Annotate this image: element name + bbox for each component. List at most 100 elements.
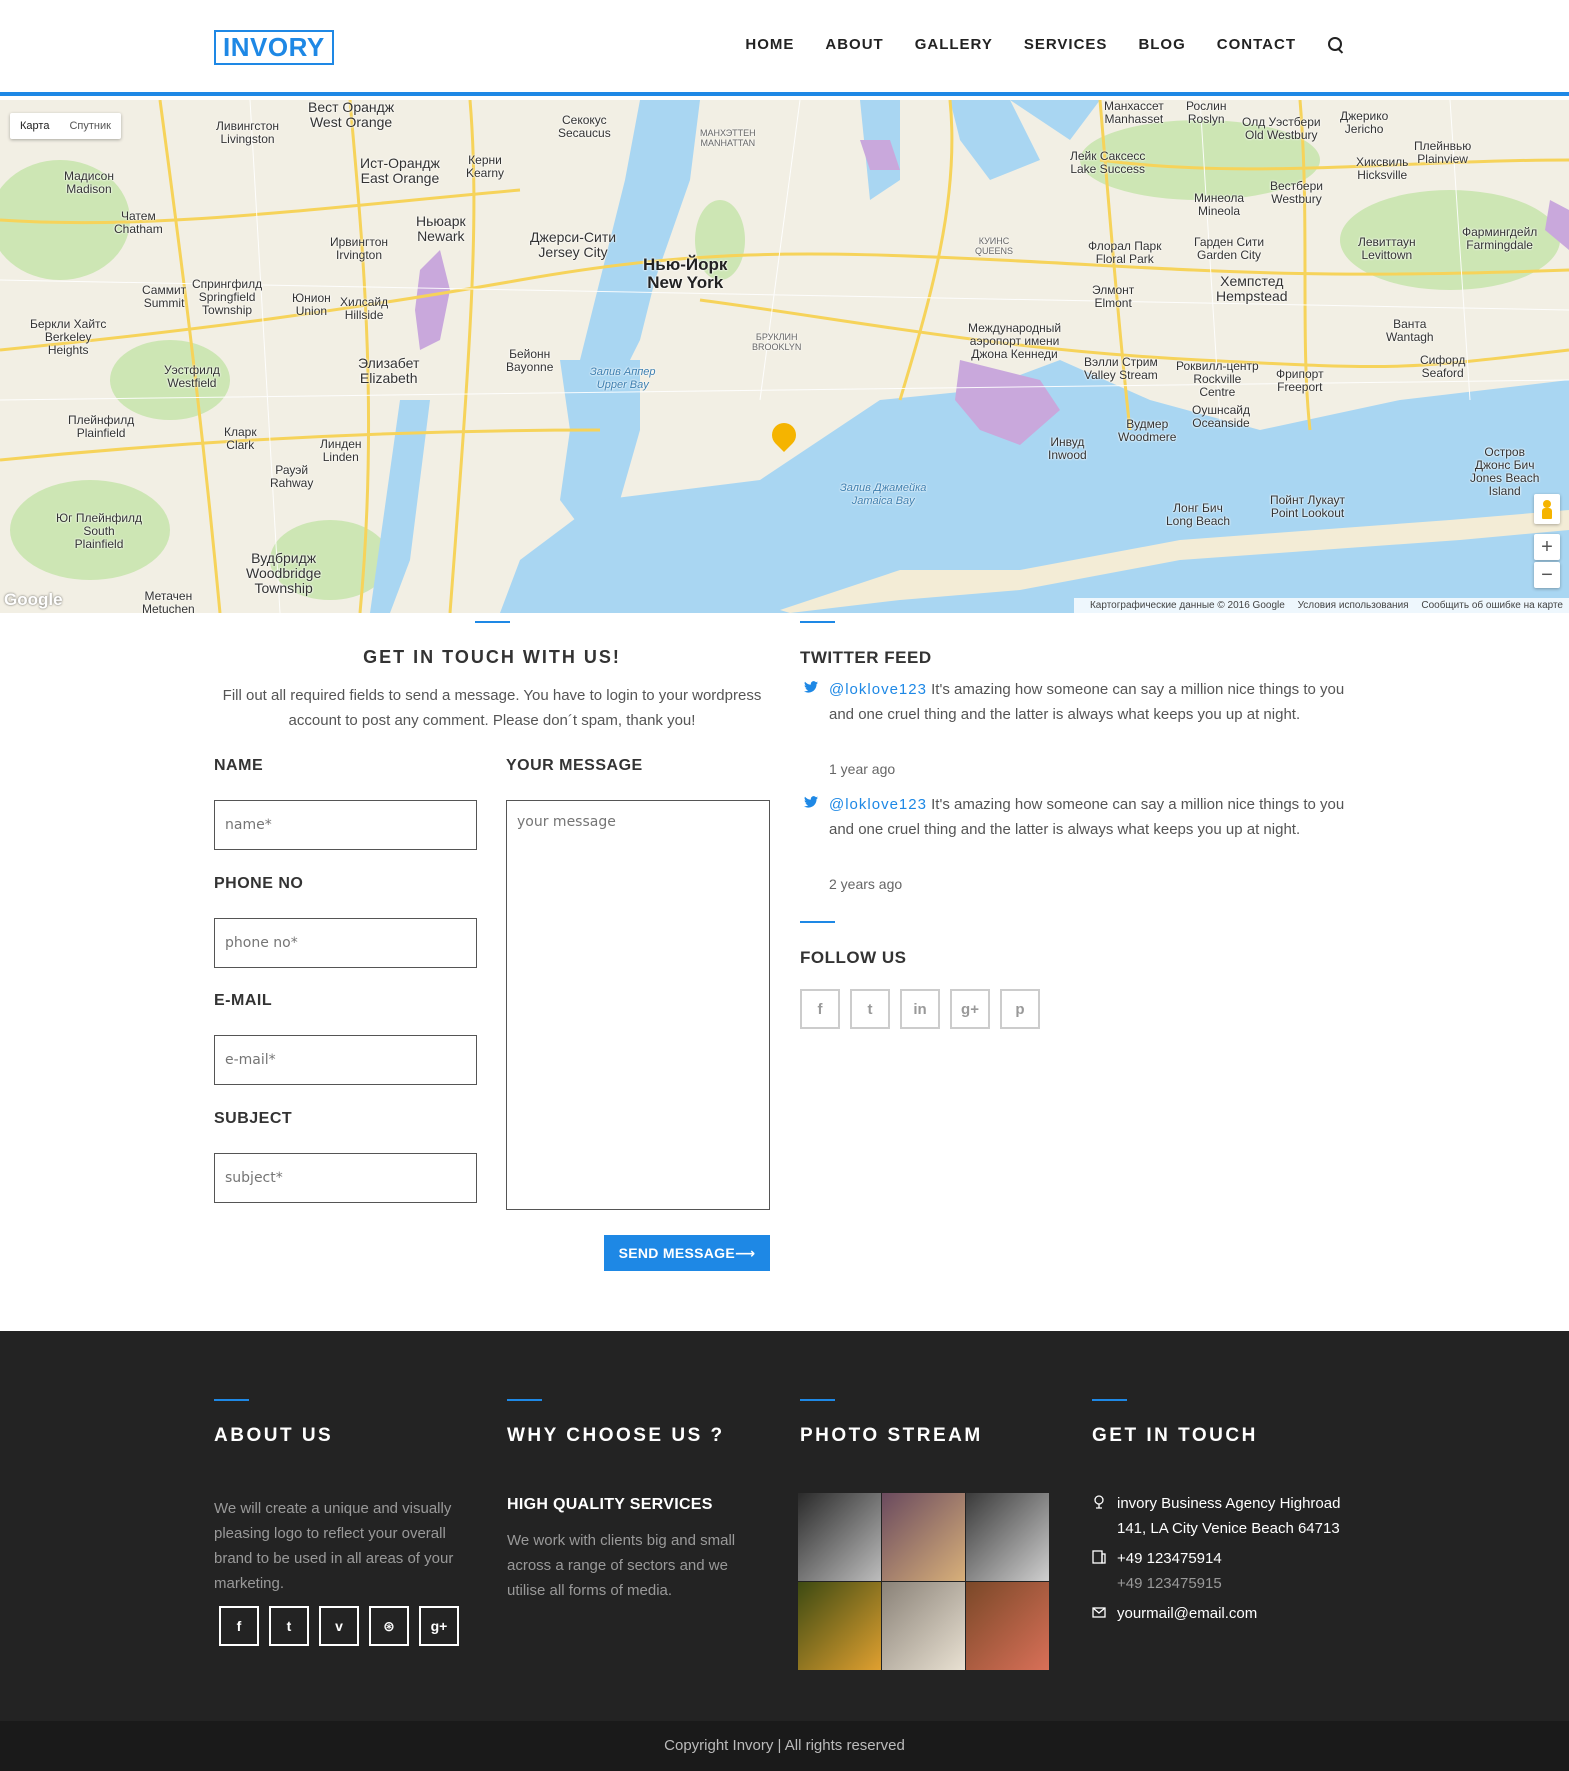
map-label-jones-beach: Остров Джонс Бич Jones Beach Island — [1470, 445, 1540, 498]
map-label-garden-city: Гарден Сити Garden City — [1194, 235, 1265, 262]
map-label-brooklyn: БРУКЛИН BROOKLYN — [752, 332, 802, 352]
tweet-time[interactable]: 2 years ago — [829, 876, 902, 892]
site-header: INVORY HOME ABOUT GALLERY SERVICES BLOG … — [0, 0, 1569, 96]
name-label: NAME — [214, 757, 264, 774]
map-label-livingston: Ливингстон Livingston — [216, 119, 280, 146]
map-label-westfield: Уэстфилд Westfield — [164, 363, 220, 390]
about-accent-line — [214, 1399, 249, 1401]
map-label-manhasset: Манхассет Manhasset — [1104, 100, 1164, 126]
nav-about[interactable]: ABOUT — [825, 36, 883, 53]
nav-contact[interactable]: CONTACT — [1217, 36, 1296, 53]
subject-label: SUBJECT — [214, 1110, 293, 1127]
name-input[interactable] — [214, 800, 477, 850]
map-label-bayonne: Бейонн Bayonne — [506, 347, 554, 374]
follow-us-title: FOLLOW US — [800, 948, 907, 967]
facebook-icon[interactable]: f — [219, 1606, 259, 1646]
footer-why-title: WHY CHOOSE US ? — [507, 1425, 725, 1446]
map-label-rockville: Роквилл-центр Rockville Centre — [1176, 359, 1259, 399]
copyright-bar: Copyright Invory | All rights reserved — [0, 1721, 1569, 1771]
photo-binoculars[interactable] — [966, 1493, 1049, 1581]
photo-city[interactable] — [882, 1582, 965, 1670]
contact-email-link[interactable]: yourmail@email.com — [1117, 1601, 1257, 1626]
email-label: E-MAIL — [214, 992, 273, 1009]
map-label-upper-bay: Залив Аппер Upper Bay — [590, 366, 656, 391]
site-logo[interactable]: INVORY — [214, 30, 334, 65]
map-label-kearny: Керни Kearny — [466, 153, 505, 180]
map-type-satellite[interactable]: Спутник — [59, 113, 120, 139]
photo-park[interactable] — [798, 1582, 881, 1670]
main-nav: HOME ABOUT GALLERY SERVICES BLOG CONTACT — [714, 36, 1344, 53]
map-type-toggle: Карта Спутник — [10, 113, 121, 139]
google-map[interactable]: Вест Орандж West Orange Ист-Орандж East Or… — [0, 100, 1569, 613]
copyright-text: Copyright Invory | All rights reserved — [664, 1737, 905, 1754]
map-label-springfield: Спрингфилд Springfield Township — [192, 277, 263, 317]
map-label-south-plainfield: Юг Плейнфилд South Plainfield — [56, 511, 143, 551]
twitter-bird-icon — [804, 796, 818, 808]
map-data-credit: Картографические данные © 2016 Google — [1089, 600, 1285, 611]
map-label-elizabeth: Элизабет Elizabeth — [358, 355, 420, 386]
nav-gallery[interactable]: GALLERY — [915, 36, 993, 53]
twitter-icon[interactable]: t — [850, 989, 890, 1029]
contact-email: yourmail@email.com — [1092, 1601, 1372, 1626]
search-icon[interactable] — [1328, 36, 1344, 53]
contact-phone-1: +49 123475914 — [1117, 1550, 1222, 1567]
form-title: GET IN TOUCH WITH US! — [363, 647, 621, 667]
map-label-mineola: Минеола Mineola — [1194, 191, 1245, 218]
linkedin-icon[interactable]: in — [900, 989, 940, 1029]
facebook-icon[interactable]: f — [800, 989, 840, 1029]
map-label-metuchen: Метачен Metuchen — [142, 589, 195, 614]
map-attribution: Картографические данные © 2016 Google Ус… — [1073, 598, 1569, 613]
photo-corridor[interactable] — [798, 1493, 881, 1581]
map-label-long-beach: Лонг Бич Long Beach — [1166, 501, 1231, 528]
phone-label: PHONE NO — [214, 875, 304, 892]
zoom-out-button[interactable]: − — [1534, 562, 1560, 588]
map-label-summit: Саммит Summit — [142, 283, 187, 310]
street-view-pegman-icon[interactable] — [1534, 494, 1560, 524]
report-error-link[interactable]: Сообщить об ошибке на карте — [1421, 600, 1563, 611]
zoom-in-button[interactable]: + — [1534, 534, 1560, 560]
envelope-icon — [1092, 1607, 1106, 1618]
email-input[interactable] — [214, 1035, 477, 1085]
photo-locks[interactable] — [966, 1582, 1049, 1670]
map-label-roslyn: Рослин Roslyn — [1186, 100, 1227, 126]
map-label-inwood: Инвуд Inwood — [1048, 435, 1087, 462]
contact-address: invory Business Agency Highroad 141, LA … — [1092, 1491, 1372, 1541]
photo-bridge[interactable] — [882, 1493, 965, 1581]
twitter-icon[interactable]: t — [269, 1606, 309, 1646]
map-label-lake-success: Лейк Саксесс Lake Success — [1070, 149, 1146, 176]
nav-services[interactable]: SERVICES — [1024, 36, 1108, 53]
dribbble-icon[interactable]: ⊛ — [369, 1606, 409, 1646]
map-label-hillside: Хилсайд Hillside — [340, 295, 389, 322]
map-label-union: Юнион Union — [292, 291, 331, 318]
form-accent-line — [475, 621, 510, 623]
form-intro: Fill out all required fields to send a m… — [222, 687, 762, 729]
google-plus-icon[interactable]: g+ — [419, 1606, 459, 1646]
terms-link[interactable]: Условия использования — [1298, 600, 1409, 611]
map-label-secaucus: Секокус Secaucus — [558, 113, 611, 140]
map-label-jfk: Международный аэропорт имени Джона Кеннеди — [968, 321, 1062, 361]
nav-blog[interactable]: BLOG — [1138, 36, 1185, 53]
twitter-bird-icon — [804, 681, 818, 693]
map-background — [0, 100, 1569, 613]
map-label-irvington: Ирвингтон Irvington — [330, 235, 389, 262]
map-type-map[interactable]: Карта — [10, 113, 59, 139]
tweet-handle-link[interactable]: @loklove123 — [829, 681, 927, 698]
send-message-button[interactable]: SEND MESSAGE⟶ — [604, 1235, 770, 1271]
nav-home[interactable]: HOME — [745, 36, 794, 53]
why-accent-line — [507, 1399, 542, 1401]
pinterest-icon[interactable]: p — [1000, 989, 1040, 1029]
map-label-rahway: Рауэй Rahway — [270, 463, 314, 490]
message-textarea[interactable] — [506, 800, 770, 1210]
vimeo-icon[interactable]: v — [319, 1606, 359, 1646]
map-label-chatham: Чатем Chatham — [114, 209, 163, 236]
map-label-woodbridge: Вудбридж Woodbridge Township — [246, 550, 322, 596]
twitter-accent-line — [800, 621, 835, 623]
map-pin-icon — [1094, 1495, 1104, 1509]
footer-about-title: ABOUT US — [214, 1425, 334, 1446]
subject-input[interactable] — [214, 1153, 477, 1203]
tweet-time[interactable]: 1 year ago — [829, 761, 895, 777]
tweet-handle-link[interactable]: @loklove123 — [829, 796, 927, 813]
phone-icon — [1092, 1550, 1106, 1564]
phone-input[interactable] — [214, 918, 477, 968]
google-plus-icon[interactable]: g+ — [950, 989, 990, 1029]
